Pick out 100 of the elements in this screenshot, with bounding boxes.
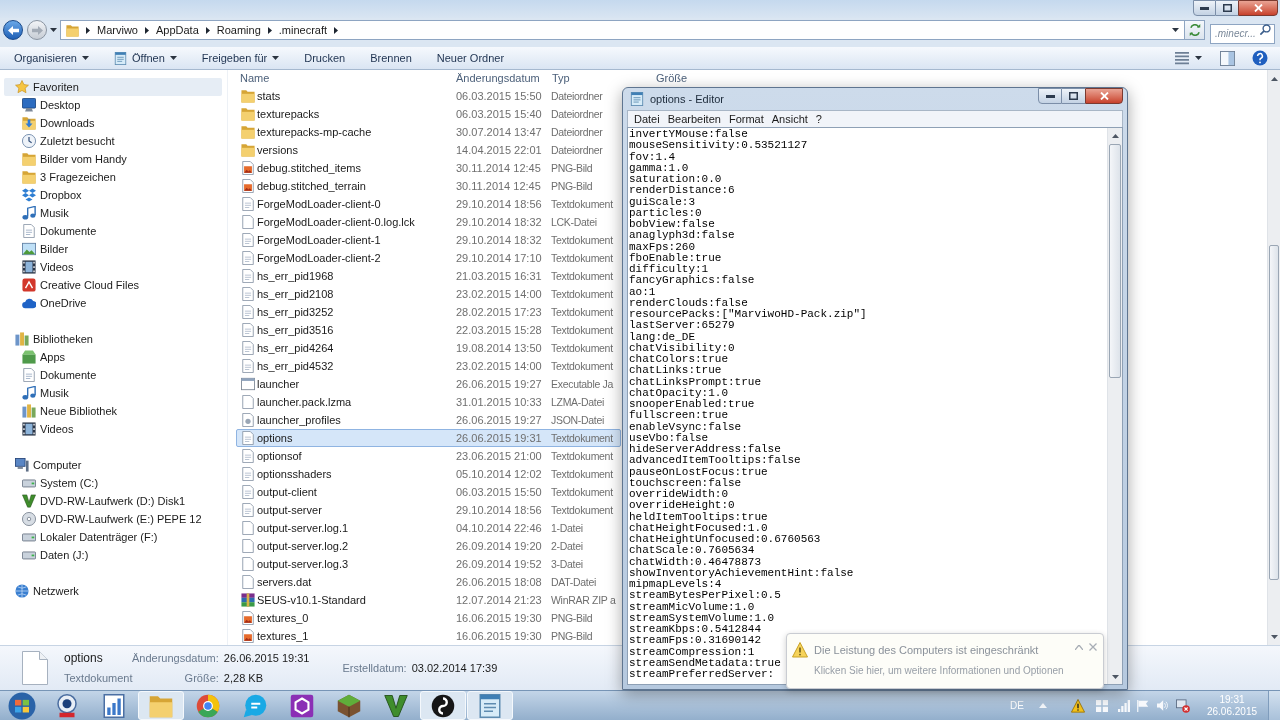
file-row[interactable]: options 26.06.2015 19:31 Textdokument bbox=[236, 429, 621, 447]
sidebar-item[interactable]: Daten (J:) bbox=[22, 546, 89, 564]
file-row[interactable]: output-server 29.10.2014 18:56 Textdokument bbox=[236, 501, 621, 519]
sidebar-item[interactable]: Apps bbox=[22, 348, 66, 366]
address-bar[interactable]: Marviwo AppData Roaming .minecraft bbox=[60, 20, 1185, 40]
file-row[interactable]: ForgeModLoader-client-2 29.10.2014 17:10 Textdokument bbox=[236, 249, 621, 267]
file-row[interactable]: output-server.log.3 26.09.2014 19:52 3-Datei bbox=[236, 555, 621, 573]
scroll-thumb[interactable] bbox=[1109, 144, 1121, 378]
file-row[interactable]: stats 06.03.2015 15:50 Dateiordner bbox=[236, 87, 621, 105]
sidebar-item[interactable]: Desktop bbox=[22, 96, 81, 114]
menu-item[interactable]: Datei bbox=[630, 110, 664, 128]
sidebar-item[interactable]: 3 Fragezeichen bbox=[22, 168, 116, 186]
file-row[interactable]: ForgeModLoader-client-0.log.lck 29.10.2014 18:32 LCK-Datei bbox=[236, 213, 621, 231]
sidebar-group[interactable]: Netzwerk bbox=[15, 582, 79, 600]
toolbar-button[interactable]: Neuer Ordner bbox=[432, 48, 509, 68]
breadcrumb-item[interactable]: Roaming bbox=[216, 21, 261, 39]
warning-icon[interactable] bbox=[1071, 698, 1085, 713]
column-header[interactable]: Typ bbox=[552, 70, 570, 87]
menu-item[interactable]: Ansicht bbox=[767, 110, 812, 128]
file-row[interactable]: textures_1 16.06.2015 19:30 PNG-Bild bbox=[236, 627, 621, 645]
sidebar-item[interactable]: Neue Bibliothek bbox=[22, 402, 118, 420]
back-button[interactable] bbox=[3, 20, 23, 40]
sidebar-item[interactable]: Lokaler Datenträger (F:) bbox=[22, 528, 158, 546]
file-row[interactable]: launcher 26.06.2015 19:27 Executable Ja bbox=[236, 375, 621, 393]
preview-pane-button[interactable] bbox=[1217, 48, 1238, 68]
file-row[interactable]: servers.dat 26.06.2015 18:08 DAT-Datei bbox=[236, 573, 621, 591]
breadcrumb-item[interactable]: .minecraft bbox=[278, 21, 328, 39]
picture-icon bbox=[22, 242, 36, 256]
file-row[interactable]: hs_err_pid1968 21.03.2015 16:31 Textdokument bbox=[236, 267, 621, 285]
sidebar-item[interactable]: DVD-RW-Laufwerk (D:) Disk1 bbox=[22, 492, 186, 510]
sidebar-group[interactable]: Computer bbox=[15, 456, 82, 474]
file-row[interactable]: optionsof 23.06.2015 21:00 Textdokument bbox=[236, 447, 621, 465]
menu-item[interactable]: ? bbox=[811, 110, 826, 128]
help-button[interactable] bbox=[1250, 48, 1270, 68]
maximize-button[interactable] bbox=[1062, 88, 1085, 104]
sidebar-item[interactable]: Creative Cloud Files bbox=[22, 276, 140, 294]
sidebar-item[interactable]: Bilder bbox=[22, 240, 69, 258]
toolbar-button[interactable]: Organisieren bbox=[10, 48, 93, 68]
file-row[interactable]: ForgeModLoader-client-1 29.10.2014 18:32 Textdokument bbox=[236, 231, 621, 249]
sidebar-item[interactable]: Videos bbox=[22, 258, 74, 276]
file-row[interactable]: launcher_profiles 26.06.2015 19:27 JSON-Datei bbox=[236, 411, 621, 429]
toolbar-button[interactable]: Brennen bbox=[366, 48, 416, 68]
sidebar-group[interactable]: Favoriten bbox=[4, 78, 222, 96]
menu-item[interactable]: Format bbox=[724, 110, 768, 128]
sidebar-item[interactable]: DVD-RW-Laufwerk (E:) PEPE 12 bbox=[22, 510, 202, 528]
toolbar-button[interactable]: Freigeben für bbox=[197, 48, 284, 68]
search-field[interactable]: .minecr... bbox=[1210, 23, 1275, 44]
file-row[interactable]: optionsshaders 05.10.2014 12:02 Textdokument bbox=[236, 465, 621, 483]
breadcrumb-item[interactable]: AppData bbox=[155, 21, 199, 39]
text-file-icon bbox=[241, 359, 255, 373]
scroll-thumb[interactable] bbox=[1269, 245, 1279, 580]
file-icon bbox=[241, 557, 255, 571]
text-line: chatWidth:0.46478873 bbox=[629, 556, 762, 568]
column-header[interactable]: Änderungsdatum bbox=[456, 70, 540, 87]
close-button[interactable] bbox=[1238, 0, 1278, 16]
file-row[interactable]: versions 14.04.2015 22:01 Dateiordner bbox=[236, 141, 621, 159]
file-row[interactable]: textures_0 16.06.2015 19:30 PNG-Bild bbox=[236, 609, 621, 627]
file-row[interactable]: output-server.log.2 26.09.2014 19:20 2-Datei bbox=[236, 537, 621, 555]
sidebar-item[interactable]: Dokumente bbox=[22, 222, 97, 240]
scroll-up-icon bbox=[1111, 133, 1119, 138]
file-row[interactable]: launcher.pack.lzma 31.01.2015 10:33 LZMA-Datei bbox=[236, 393, 621, 411]
close-button[interactable] bbox=[1085, 88, 1123, 104]
file-row[interactable]: SEUS-v10.1-Standard 12.07.2014 21:23 WinRAR ZIP a bbox=[236, 591, 621, 609]
file-row[interactable]: hs_err_pid3252 28.02.2015 17:23 Textdokument bbox=[236, 303, 621, 321]
file-row[interactable]: debug.stitched_terrain 30.11.2014 12:45 PNG-Bild bbox=[236, 177, 621, 195]
file-row[interactable]: ForgeModLoader-client-0 29.10.2014 18:56 Textdokument bbox=[236, 195, 621, 213]
error-badge-icon[interactable] bbox=[1176, 698, 1190, 713]
file-row[interactable]: texturepacks 06.03.2015 15:40 Dateiordner bbox=[236, 105, 621, 123]
file-row[interactable]: hs_err_pid2108 23.02.2015 14:00 Textdokument bbox=[236, 285, 621, 303]
image-file-icon bbox=[241, 179, 255, 193]
sidebar-item[interactable]: Bilder vom Handy bbox=[22, 150, 127, 168]
taskbar-button[interactable] bbox=[420, 691, 466, 720]
sidebar-item[interactable]: OneDrive bbox=[22, 294, 87, 312]
file-row[interactable]: output-client 06.03.2015 15:50 Textdokument bbox=[236, 483, 621, 501]
minimize-button[interactable] bbox=[1193, 0, 1216, 16]
sidebar-item[interactable]: Dropbox bbox=[22, 186, 82, 204]
breadcrumb-item[interactable]: Marviwo bbox=[97, 21, 138, 39]
minimize-button[interactable] bbox=[1038, 88, 1062, 104]
sidebar-item[interactable]: Musik bbox=[22, 384, 69, 402]
file-row[interactable]: debug.stitched_items 30.11.2014 12:45 PNG-Bild bbox=[236, 159, 621, 177]
sidebar-item[interactable]: System (C:) bbox=[22, 474, 99, 492]
refresh-button[interactable] bbox=[1185, 20, 1205, 40]
column-header[interactable]: Name bbox=[240, 70, 270, 87]
file-row[interactable]: output-server.log.1 04.10.2014 22:46 1-Datei bbox=[236, 519, 621, 537]
toolbar-button[interactable]: Öffnen bbox=[110, 48, 181, 68]
file-row[interactable]: texturepacks-mp-cache 30.07.2014 13:47 Dateiordner bbox=[236, 123, 621, 141]
sidebar-item[interactable]: Videos bbox=[22, 420, 74, 438]
file-row[interactable]: hs_err_pid3516 22.03.2015 15:28 Textdokument bbox=[236, 321, 621, 339]
menu-item[interactable]: Bearbeiten bbox=[663, 110, 725, 128]
toolbar-button[interactable]: Drucken bbox=[300, 48, 350, 68]
sidebar-item[interactable]: Musik bbox=[22, 204, 69, 222]
column-header[interactable]: Größe bbox=[656, 70, 688, 87]
file-row[interactable]: hs_err_pid4264 19.08.2014 13:50 Textdokument bbox=[236, 339, 621, 357]
sidebar-group[interactable]: Bibliotheken bbox=[15, 330, 93, 348]
sidebar-item[interactable]: Zuletzt besucht bbox=[22, 132, 115, 150]
sidebar-item[interactable]: Downloads bbox=[22, 114, 95, 132]
maximize-button[interactable] bbox=[1216, 0, 1238, 16]
file-row[interactable]: hs_err_pid4532 23.02.2015 14:00 Textdokument bbox=[236, 357, 621, 375]
sidebar-item[interactable]: Dokumente bbox=[22, 366, 97, 384]
start-button[interactable] bbox=[7, 691, 37, 720]
